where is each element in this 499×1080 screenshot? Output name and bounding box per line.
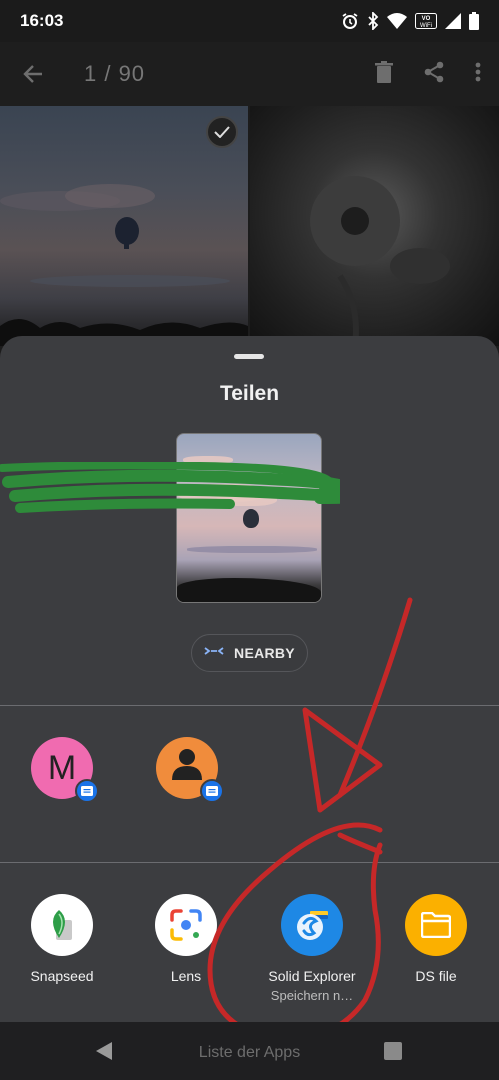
nearby-icon [204, 644, 224, 662]
app-name: DS file [415, 968, 457, 984]
photo-counter: 1 / 90 [84, 61, 146, 86]
person-icon [172, 748, 202, 789]
message-icon [200, 779, 224, 803]
gallery-app-bar: 1 / 90 [0, 42, 499, 106]
navigation-bar: Liste der Apps [0, 1022, 499, 1080]
divider-top [0, 705, 499, 706]
status-icons: VO WiFi [341, 12, 479, 30]
photo-grid [0, 106, 499, 346]
app-solid-explorer[interactable]: Solid Explorer Speichern n… [252, 894, 372, 1003]
app-name: Lens [170, 968, 202, 984]
contact-initial: M [47, 748, 77, 787]
divider-bottom [0, 862, 499, 863]
share-sheet-title: Teilen [219, 382, 280, 405]
app-name: Snapseed [30, 968, 94, 984]
svg-text:VO: VO [422, 16, 431, 22]
status-bar: 16:03 VO WiFi [0, 0, 499, 42]
redaction-scribble [0, 462, 340, 513]
nav-app-list-label[interactable]: Liste der Apps [0, 1044, 499, 1062]
nearby-label: NEARBY [234, 645, 295, 661]
status-time: 16:03 [20, 11, 64, 30]
battery-icon [469, 12, 479, 30]
signal-icon [445, 13, 461, 29]
folder-icon [405, 894, 467, 956]
drag-handle[interactable] [234, 354, 264, 359]
app-snapseed[interactable]: Snapseed [2, 894, 122, 984]
trash-icon[interactable] [375, 60, 393, 88]
share-icon[interactable] [423, 61, 445, 88]
contact-unknown[interactable] [137, 737, 237, 803]
solid-explorer-icon [281, 894, 343, 956]
nearby-share-button[interactable]: NEARBY [191, 634, 308, 672]
avatar: M [31, 737, 99, 803]
alarm-icon [341, 12, 359, 30]
vowifi-icon: VO WiFi [415, 13, 437, 29]
app-lens[interactable]: Lens [126, 894, 246, 984]
selected-check-icon[interactable] [206, 116, 238, 148]
wifi-icon [387, 13, 407, 29]
avatar [156, 737, 224, 803]
lens-icon [155, 894, 217, 956]
photo-balloon-thumbnail[interactable] [0, 106, 248, 346]
svg-text:WiFi: WiFi [420, 23, 432, 29]
app-ds-file[interactable]: DS file [376, 894, 496, 984]
back-arrow-icon[interactable] [18, 59, 48, 89]
bluetooth-icon [367, 12, 379, 30]
gallery-actions [375, 60, 481, 88]
message-icon [75, 779, 99, 803]
screen: 16:03 VO WiFi 1 / 90 Teilen NEARBY M Sna… [0, 0, 499, 1080]
photo-flower-thumbnail[interactable] [250, 106, 499, 346]
contact-m[interactable]: M [12, 737, 112, 803]
snapseed-icon [31, 894, 93, 956]
more-vert-icon[interactable] [475, 62, 481, 87]
app-name: Solid Explorer [268, 968, 356, 984]
app-sub-label: Speichern n… [270, 988, 354, 1003]
nav-recents-icon[interactable] [384, 1042, 402, 1060]
